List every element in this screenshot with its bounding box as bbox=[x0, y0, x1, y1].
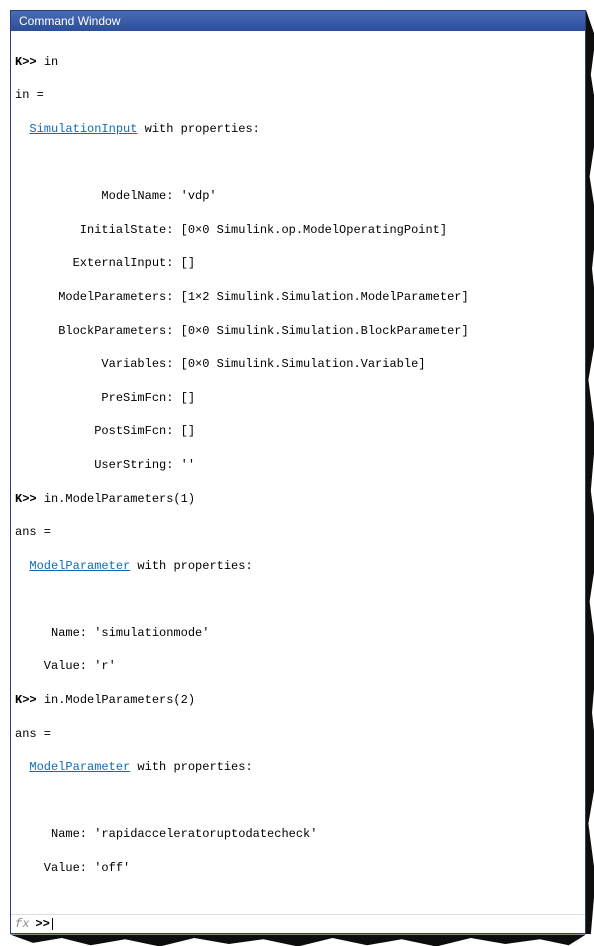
prop-userstring: UserString: '' bbox=[15, 457, 581, 474]
prop2-value: Value: 'r' bbox=[15, 658, 581, 675]
out1-with: with properties: bbox=[137, 122, 259, 136]
cmd-2: in.ModelParameters(1) bbox=[44, 492, 195, 506]
cmd-3: in.ModelParameters(2) bbox=[44, 693, 195, 707]
link-simulationinput[interactable]: SimulationInput bbox=[29, 122, 137, 136]
prop-externalinput: ExternalInput: [] bbox=[15, 255, 581, 272]
prop-initialstate: InitialState: [0×0 Simulink.op.ModelOper… bbox=[15, 222, 581, 239]
out1-var: in = bbox=[15, 87, 581, 104]
prop-variables: Variables: [0×0 Simulink.Simulation.Vari… bbox=[15, 356, 581, 373]
torn-edge-bottom bbox=[10, 934, 586, 946]
prompt: K>> bbox=[15, 55, 37, 69]
out2-with: with properties: bbox=[130, 559, 252, 573]
prop-blockparameters: BlockParameters: [0×0 Simulink.Simulatio… bbox=[15, 323, 581, 340]
prop3-name: Name: 'rapidacceleratoruptodatecheck' bbox=[15, 826, 581, 843]
torn-edge-right bbox=[586, 10, 594, 934]
out3-var: ans = bbox=[15, 726, 581, 743]
prompt: K>> bbox=[15, 492, 37, 506]
prop2-name: Name: 'simulationmode' bbox=[15, 625, 581, 642]
prop-modelparameters: ModelParameters: [1×2 Simulink.Simulatio… bbox=[15, 289, 581, 306]
prop3-value: Value: 'off' bbox=[15, 860, 581, 877]
cursor-icon bbox=[52, 918, 53, 930]
out3-with: with properties: bbox=[130, 760, 252, 774]
prop-presimfcn: PreSimFcn: [] bbox=[15, 390, 581, 407]
command-output[interactable]: K>> in in = SimulationInput with propert… bbox=[11, 31, 585, 914]
fx-icon[interactable]: fx bbox=[15, 917, 29, 931]
window-title: Command Window bbox=[19, 14, 120, 28]
prop-postsimfcn: PostSimFcn: [] bbox=[15, 423, 581, 440]
cmd-1: in bbox=[44, 55, 58, 69]
fx-prompt: >> bbox=[35, 917, 49, 931]
input-bar[interactable]: fx >> bbox=[11, 914, 585, 933]
command-window: Command Window K>> in in = SimulationInp… bbox=[10, 10, 586, 934]
link-modelparameter-1[interactable]: ModelParameter bbox=[29, 559, 130, 573]
link-modelparameter-2[interactable]: ModelParameter bbox=[29, 760, 130, 774]
titlebar: Command Window bbox=[11, 11, 585, 31]
out2-var: ans = bbox=[15, 524, 581, 541]
prop-modelname: ModelName: 'vdp' bbox=[15, 188, 581, 205]
prompt: K>> bbox=[15, 693, 37, 707]
